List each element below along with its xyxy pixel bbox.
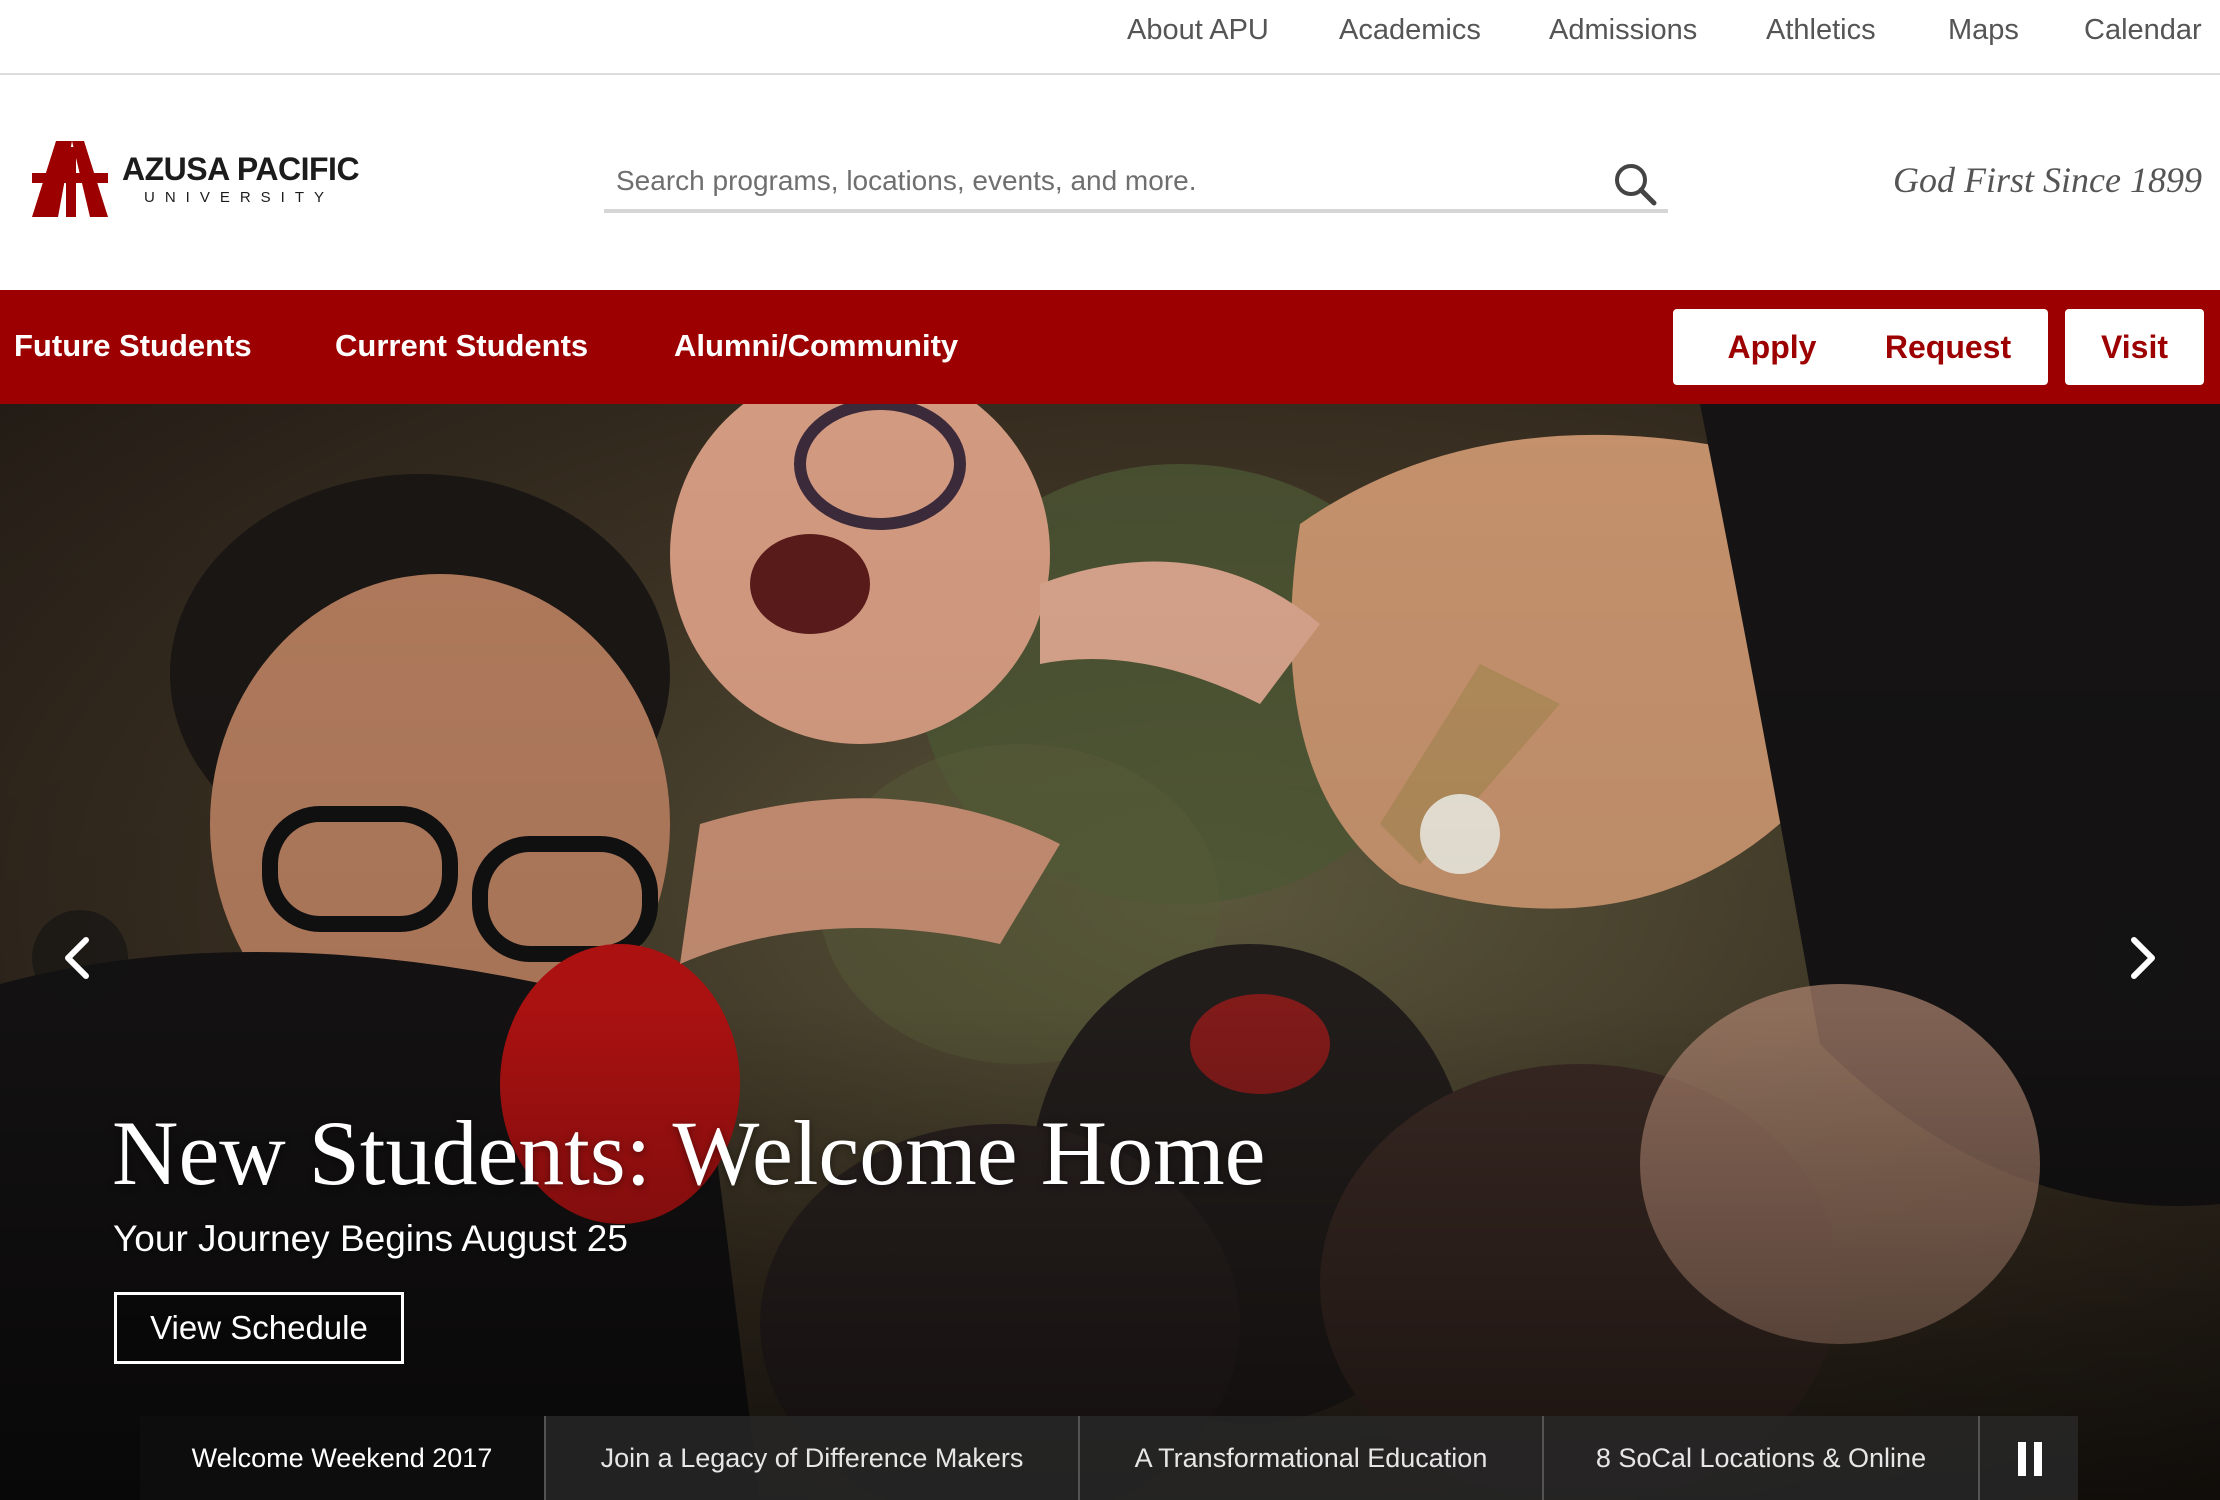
main-nav: Future Students Current Students Alumni/… xyxy=(0,290,2220,404)
tagline: God First Since 1899 xyxy=(1893,160,2202,200)
utility-link-about[interactable]: About APU xyxy=(1127,14,1269,47)
nav-alumni-community[interactable]: Alumni/Community xyxy=(674,328,958,364)
hero-title: New Students: Welcome Home xyxy=(112,1102,1266,1204)
visit-button[interactable]: Visit xyxy=(2065,309,2204,385)
carousel-tab-transformational[interactable]: A Transformational Education xyxy=(1080,1416,1544,1500)
chevron-right-icon xyxy=(2131,937,2155,979)
pause-icon-bar-left xyxy=(2018,1442,2026,1476)
view-schedule-button[interactable]: View Schedule xyxy=(114,1292,404,1364)
search-input[interactable] xyxy=(614,155,1578,207)
carousel-prev-button[interactable] xyxy=(32,910,128,1006)
carousel-tab-welcome-weekend[interactable]: Welcome Weekend 2017 xyxy=(140,1416,546,1500)
apu-logo[interactable]: AZUSA PACIFIC UNIVERSITY xyxy=(32,141,372,221)
carousel-pause-button[interactable] xyxy=(1980,1416,2078,1500)
logo-name: AZUSA PACIFIC xyxy=(122,151,360,187)
logo-subtitle: UNIVERSITY xyxy=(144,189,335,206)
nav-future-students[interactable]: Future Students xyxy=(14,328,252,364)
chevron-left-icon xyxy=(65,937,89,979)
request-button[interactable]: Request xyxy=(1848,309,2048,385)
utility-nav: About APU Academics Admissions Athletics… xyxy=(0,0,2220,75)
utility-link-maps[interactable]: Maps xyxy=(1948,14,2019,47)
utility-link-admissions[interactable]: Admissions xyxy=(1549,14,1697,47)
utility-link-athletics[interactable]: Athletics xyxy=(1766,14,1876,47)
hero-carousel: New Students: Welcome Home Your Journey … xyxy=(0,404,2220,1500)
carousel-tab-legacy[interactable]: Join a Legacy of Difference Makers xyxy=(546,1416,1080,1500)
site-header: AZUSA PACIFIC UNIVERSITY God First Since… xyxy=(0,75,2220,290)
carousel-next-button[interactable] xyxy=(2092,910,2188,1006)
utility-link-calendar[interactable]: Calendar xyxy=(2084,14,2202,47)
utility-link-academics[interactable]: Academics xyxy=(1339,14,1481,47)
hero-subtitle: Your Journey Begins August 25 xyxy=(113,1218,628,1259)
apu-logo-mark-icon xyxy=(32,141,108,217)
search-icon[interactable] xyxy=(1612,161,1658,207)
nav-current-students[interactable]: Current Students xyxy=(335,328,588,364)
search-bar xyxy=(604,155,1668,213)
pause-icon-bar-right xyxy=(2034,1442,2042,1476)
apply-button[interactable]: Apply xyxy=(1673,309,1871,385)
carousel-tab-locations[interactable]: 8 SoCal Locations & Online xyxy=(1544,1416,1980,1500)
